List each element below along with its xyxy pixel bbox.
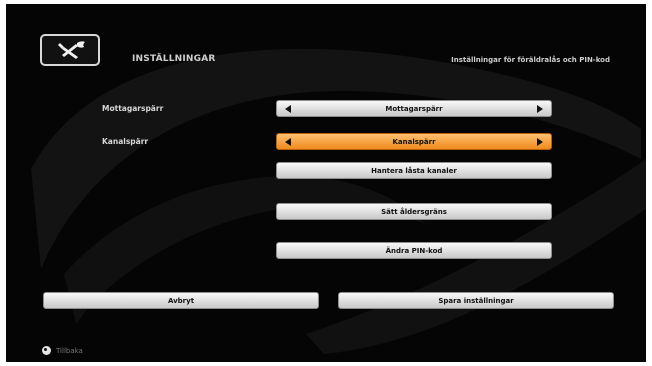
channel-lock-value: Kanalspärr bbox=[392, 137, 436, 146]
receiver-lock-selector[interactable]: Mottagarspärr bbox=[276, 100, 552, 117]
settings-screen: INSTÄLLNINGAR Inställningar för föräldra… bbox=[6, 4, 646, 362]
manage-locked-channels-button[interactable]: Hantera låsta kanaler bbox=[276, 162, 552, 179]
back-label: Tillbaka bbox=[56, 346, 83, 355]
back-control[interactable]: Tillbaka bbox=[42, 346, 83, 355]
page-title: INSTÄLLNINGAR bbox=[132, 54, 216, 64]
channel-lock-selector[interactable]: Kanalspärr bbox=[276, 133, 552, 150]
tools-icon bbox=[58, 41, 85, 59]
left-arrow-icon[interactable] bbox=[285, 138, 291, 146]
tools-icon-box bbox=[40, 34, 100, 66]
right-arrow-icon[interactable] bbox=[537, 105, 543, 113]
page-subtitle: Inställningar för föräldralås och PIN-ko… bbox=[451, 56, 610, 64]
channel-lock-label: Kanalspärr bbox=[102, 137, 149, 146]
receiver-lock-value: Mottagarspärr bbox=[385, 104, 443, 113]
back-icon[interactable] bbox=[42, 346, 51, 355]
change-pin-button[interactable]: Ändra PIN-kod bbox=[276, 242, 552, 259]
set-age-limit-button[interactable]: Sätt åldersgräns bbox=[276, 203, 552, 220]
cancel-button[interactable]: Avbryt bbox=[43, 292, 319, 309]
left-arrow-icon[interactable] bbox=[285, 105, 291, 113]
receiver-lock-label: Mottagarspärr bbox=[102, 104, 164, 113]
save-settings-button[interactable]: Spara inställningar bbox=[338, 292, 614, 309]
right-arrow-icon[interactable] bbox=[537, 138, 543, 146]
